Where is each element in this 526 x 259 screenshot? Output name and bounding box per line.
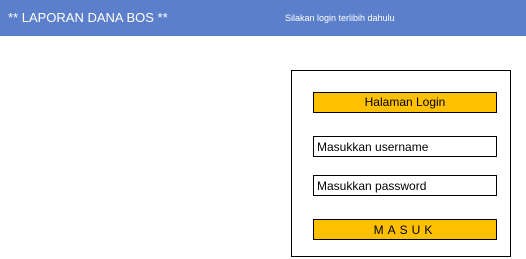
password-input[interactable] xyxy=(313,175,497,196)
login-submit-button[interactable]: MASUK xyxy=(313,219,497,240)
login-panel: Halaman Login MASUK xyxy=(291,70,511,257)
app-title: ** LAPORAN DANA BOS ** xyxy=(8,10,168,25)
top-header-bar: ** LAPORAN DANA BOS ** Silakan login ter… xyxy=(0,0,526,36)
username-input[interactable] xyxy=(313,136,497,157)
login-prompt-message: Silakan login terlibih dahulu xyxy=(285,13,395,23)
login-panel-title: Halaman Login xyxy=(313,92,497,113)
